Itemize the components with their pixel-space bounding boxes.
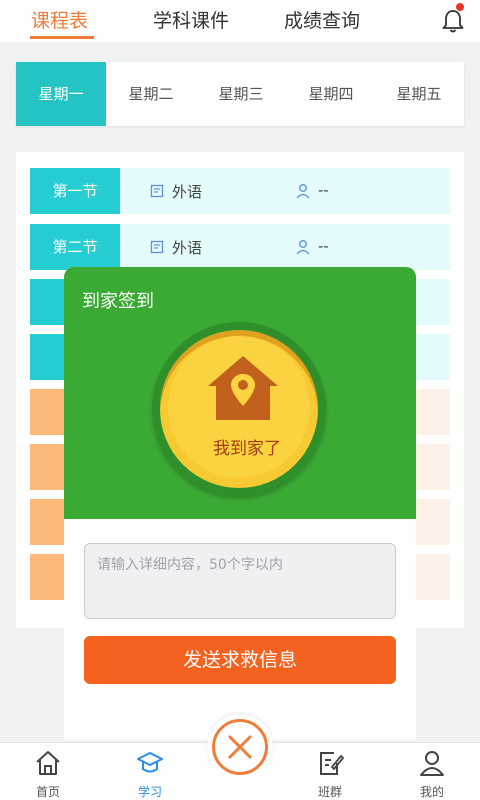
- arrived-home-label: 我到家了: [213, 439, 281, 459]
- home-icon: [36, 751, 60, 775]
- day-tab-friday[interactable]: 星期五: [374, 62, 464, 126]
- close-dialog-button[interactable]: [207, 714, 273, 780]
- day-tab-tuesday[interactable]: 星期二: [106, 62, 196, 126]
- subject-name: 外语: [172, 183, 203, 201]
- dialog-header: 到家签到 我到家了: [64, 267, 416, 519]
- period-label: 第二节: [30, 224, 120, 270]
- top-tab-bar: 课程表 学科课件 成绩查询: [0, 0, 480, 42]
- home-location-icon: [208, 356, 278, 420]
- person-icon: [420, 751, 444, 776]
- subject-name: 外语: [172, 239, 203, 257]
- bell-icon[interactable]: [440, 8, 466, 34]
- dialog-title: 到家签到: [82, 291, 154, 312]
- person-icon: [296, 240, 310, 255]
- nav-class-group[interactable]: 班群: [300, 743, 360, 800]
- book-icon: [150, 240, 164, 254]
- book-icon: [150, 184, 164, 198]
- day-tab-wednesday[interactable]: 星期三: [196, 62, 286, 126]
- day-tab-monday[interactable]: 星期一: [16, 62, 106, 126]
- period-label: 第一节: [30, 168, 120, 214]
- nav-label: 学习: [137, 785, 162, 799]
- teacher-name: --: [318, 181, 329, 199]
- nav-home[interactable]: 首页: [18, 743, 78, 800]
- table-row[interactable]: 第一节 外语 --: [30, 168, 450, 214]
- tab-schedule[interactable]: 课程表: [31, 6, 88, 33]
- active-tab-indicator: [30, 36, 94, 39]
- arrived-home-button[interactable]: 我到家了: [152, 322, 326, 496]
- message-input[interactable]: [84, 543, 396, 619]
- close-icon: [228, 735, 252, 759]
- nav-label: 我的: [419, 785, 444, 799]
- teacher-name: --: [318, 237, 329, 255]
- notification-badge: [456, 3, 464, 11]
- day-tab-thursday[interactable]: 星期四: [286, 62, 376, 126]
- arrive-home-dialog: 到家签到 我到家了 发送求救信息: [64, 267, 416, 740]
- tab-courseware[interactable]: 学科课件: [153, 6, 229, 33]
- table-row[interactable]: 第二节 外语 --: [30, 224, 450, 270]
- edit-icon: [320, 752, 344, 775]
- weekday-tabs: 星期一 星期二 星期三 星期四 星期五: [16, 62, 464, 126]
- nav-label: 班群: [317, 785, 342, 799]
- nav-study[interactable]: 学习: [120, 743, 180, 800]
- nav-label: 首页: [35, 785, 60, 799]
- graduation-cap-icon: [137, 752, 163, 773]
- tab-grades[interactable]: 成绩查询: [284, 6, 360, 33]
- nav-mine[interactable]: 我的: [402, 743, 462, 800]
- send-sos-button[interactable]: 发送求救信息: [84, 636, 396, 684]
- person-icon: [296, 184, 310, 199]
